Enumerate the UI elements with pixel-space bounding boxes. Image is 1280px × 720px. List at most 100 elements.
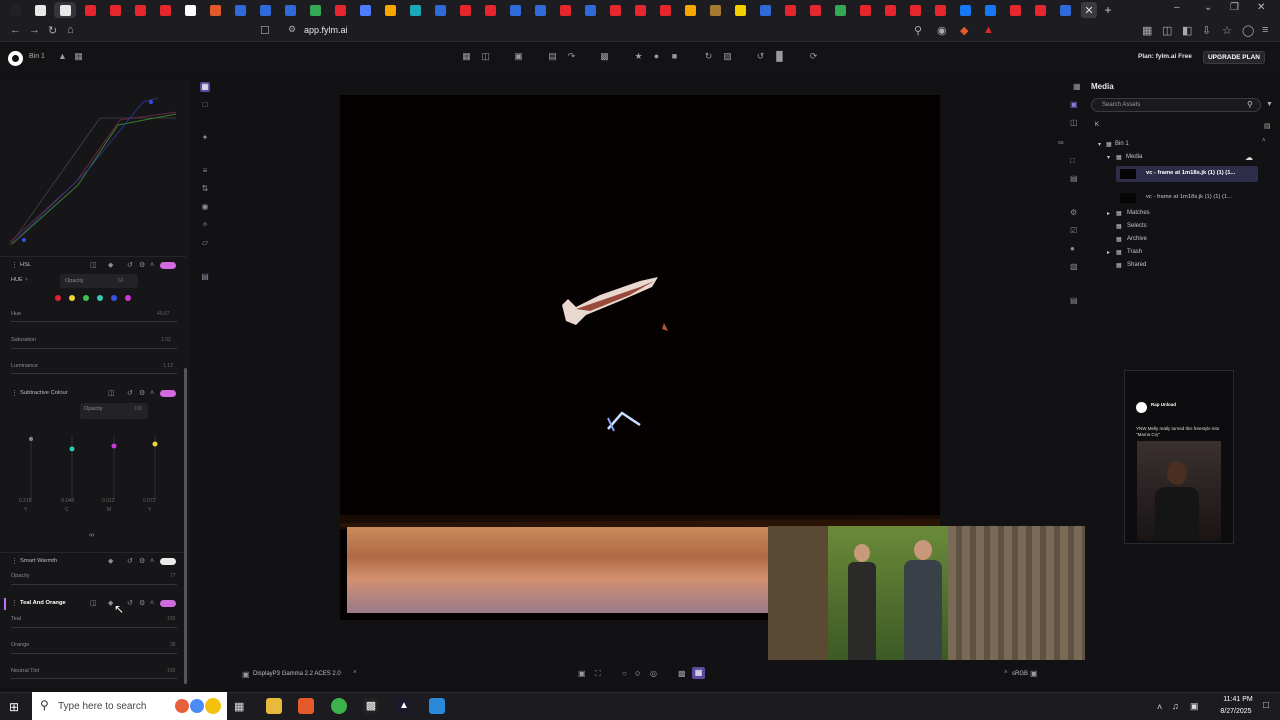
filter-icon[interactable]: ▼ xyxy=(1266,101,1273,108)
saturation-slider[interactable] xyxy=(11,348,177,349)
fullscreen-icon[interactable]: ▩ xyxy=(600,52,609,61)
layers-icon[interactable]: ◆ xyxy=(108,558,113,565)
hsl-mode-select[interactable]: HUE xyxy=(11,277,23,283)
settings-icon[interactable]: ⚙ xyxy=(139,600,145,607)
tag-icon[interactable]: ■ xyxy=(670,52,679,61)
clock-time[interactable]: 11:41 PM xyxy=(1213,696,1263,703)
compare-icon[interactable]: ◫ xyxy=(90,262,97,269)
browser-tab[interactable] xyxy=(304,2,326,18)
link-icon[interactable]: ∞ xyxy=(1058,138,1064,147)
search-assets-input[interactable]: Search Assets ⚲ xyxy=(1091,98,1261,112)
chevron-down-icon[interactable]: ˅ xyxy=(25,277,28,284)
reset-icon[interactable]: ↺ xyxy=(756,52,765,61)
browser-tab[interactable] xyxy=(454,2,476,18)
browser-tab[interactable] xyxy=(79,2,101,18)
url-field[interactable]: app.fylm.ai xyxy=(304,25,348,35)
wallet-icon[interactable]: ◯ xyxy=(1242,24,1254,37)
chevron-up-icon[interactable]: ˄ xyxy=(1004,670,1008,676)
sync-icon[interactable]: ⟳ xyxy=(809,52,818,61)
browser-tab[interactable] xyxy=(579,2,601,18)
site-info-icon[interactable]: ⚙ xyxy=(288,24,296,35)
brave-shield-icon[interactable]: ◆ xyxy=(960,24,968,37)
media-folder-name[interactable]: Media xyxy=(1126,154,1142,160)
browser-tab[interactable] xyxy=(879,2,901,18)
cloud-upload-icon[interactable]: ☁ xyxy=(1245,153,1253,162)
downloads-icon[interactable]: ⇩ xyxy=(1202,24,1211,37)
zoom-icon[interactable]: ⚲ xyxy=(914,24,922,37)
back-icon[interactable]: ← xyxy=(10,24,21,36)
expand-icon[interactable]: ⛶ xyxy=(595,669,601,679)
settings-icon[interactable]: ⚙ xyxy=(139,262,145,269)
compare-icon[interactable]: ◫ xyxy=(90,600,97,607)
browser-tab[interactable] xyxy=(1004,2,1026,18)
drag-handle-icon[interactable]: ⋮ xyxy=(11,390,18,397)
folder-name[interactable]: Archive xyxy=(1127,236,1147,242)
browser-tab[interactable] xyxy=(229,2,251,18)
browser-tab[interactable] xyxy=(754,2,776,18)
close-tab-icon[interactable]: ✕ xyxy=(1081,2,1097,18)
browser-tab[interactable] xyxy=(154,2,176,18)
sidebar-icon[interactable]: ◧ xyxy=(1182,24,1192,37)
gallery-icon[interactable]: ▣ xyxy=(514,52,523,61)
browser-tab[interactable] xyxy=(929,2,951,18)
browser-tab[interactable] xyxy=(129,2,151,18)
browser-tab[interactable] xyxy=(554,2,576,18)
browser-tab[interactable] xyxy=(354,2,376,18)
restore-icon[interactable]: ❐ xyxy=(1230,2,1239,13)
chrome-taskbar-icon[interactable] xyxy=(331,698,347,714)
browser-tab[interactable] xyxy=(604,2,626,18)
speaker-icon[interactable]: ♫ xyxy=(1172,701,1179,711)
browser-tab[interactable] xyxy=(404,2,426,18)
folder-icon[interactable]: ▤ xyxy=(1264,122,1271,130)
search-icon[interactable]: ⚲ xyxy=(1247,100,1253,109)
browser-tab[interactable] xyxy=(379,2,401,18)
clock-date[interactable]: 8/27/2025 xyxy=(1208,708,1264,715)
palette-icon[interactable]: ◉ xyxy=(200,202,210,212)
menu-icon[interactable]: ≡ xyxy=(1262,24,1268,36)
star-icon[interactable]: ★ xyxy=(634,52,643,61)
luminance-slider[interactable] xyxy=(11,373,177,374)
sparkle-icon[interactable]: ✧ xyxy=(200,220,210,230)
picture-in-picture-video[interactable] xyxy=(768,526,1085,660)
browser-tab[interactable] xyxy=(904,2,926,18)
browser-tab[interactable] xyxy=(954,2,976,18)
layers-tab-icon[interactable]: ◫ xyxy=(1070,118,1078,127)
split-icon[interactable]: ◫ xyxy=(481,52,490,61)
circle-icon[interactable]: ○ xyxy=(635,668,640,678)
browser-tab[interactable] xyxy=(629,2,651,18)
bin-caret-icon[interactable]: ▾ xyxy=(1098,141,1101,148)
rotate-icon[interactable]: ↻ xyxy=(704,52,713,61)
undo-icon[interactable]: ↺ xyxy=(127,390,133,397)
crop-icon[interactable]: ▨ xyxy=(723,52,732,61)
cube-icon[interactable]: ▱ xyxy=(200,238,210,248)
opacity-slider[interactable] xyxy=(11,584,177,585)
panel-icon[interactable]: ▤ xyxy=(1070,296,1078,305)
hue-slider[interactable] xyxy=(11,321,177,322)
browser-tab[interactable] xyxy=(254,2,276,18)
undo-icon[interactable]: ↺ xyxy=(127,262,133,269)
hue-swatch[interactable] xyxy=(69,295,75,301)
media-tab-icon[interactable]: ▣ xyxy=(1070,100,1078,109)
panel-icon[interactable]: ▤ xyxy=(200,272,210,282)
versions-icon[interactable]: ▤ xyxy=(1070,174,1078,183)
extensions-icon[interactable]: ▦ xyxy=(1142,24,1152,37)
clip-row[interactable]: vc - frame at 1m18s.jk (1) (1) (1... xyxy=(1116,190,1258,206)
curves-graph[interactable] xyxy=(8,90,178,250)
sliders-icon[interactable]: ≡ xyxy=(200,166,210,176)
browser-tab[interactable] xyxy=(804,2,826,18)
comments-icon[interactable]: □ xyxy=(1070,156,1075,165)
neutral-tint-slider[interactable] xyxy=(11,678,177,679)
drag-handle-icon[interactable]: ⋮ xyxy=(11,558,18,565)
split-view-icon[interactable]: ◫ xyxy=(1162,24,1172,37)
share-icon[interactable]: ⚙ xyxy=(1070,208,1077,217)
orange-slider[interactable] xyxy=(11,653,177,654)
upgrade-plan-button[interactable]: UPGRADE PLAN xyxy=(1203,51,1265,64)
network-icon[interactable]: ▣ xyxy=(1190,701,1199,712)
hsl-toggle[interactable] xyxy=(160,262,176,269)
save-icon[interactable]: ▦ xyxy=(74,52,83,61)
layers-icon[interactable]: ◆ xyxy=(108,262,113,269)
layers-icon[interactable]: ◆ xyxy=(108,600,113,607)
hue-swatch[interactable] xyxy=(83,295,89,301)
project-name[interactable]: Bin 1 xyxy=(29,53,45,60)
collapse-icon[interactable]: ˄ xyxy=(150,600,154,607)
